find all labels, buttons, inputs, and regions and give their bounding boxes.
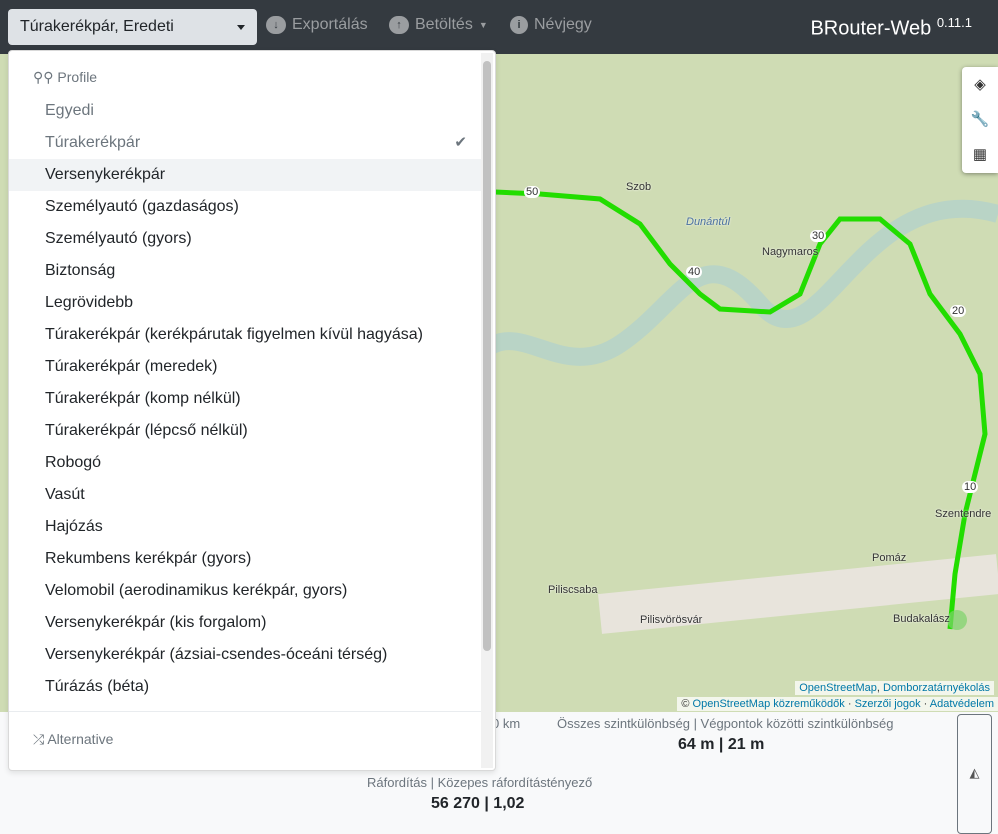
profile-option[interactable]: Vasút: [9, 479, 483, 511]
profile-option[interactable]: Robogó: [9, 447, 483, 479]
privacy-link[interactable]: Adatvédelem: [930, 698, 994, 710]
export-button[interactable]: ↓ Exportálás: [266, 16, 368, 34]
osm-layer-link[interactable]: OpenStreetMap: [799, 682, 877, 694]
profile-option-label: Biztonság: [45, 262, 116, 279]
distance-label: 0 km: [492, 716, 521, 731]
profile-option[interactable]: Legrövidebb: [9, 287, 483, 319]
profile-option-label: Személyautó (gyors): [45, 230, 192, 247]
layers-icon[interactable]: ◈: [962, 67, 998, 102]
profile-option-label: Személyautó (gazdaságos): [45, 198, 239, 215]
route-endpoint: [947, 610, 967, 630]
profile-option[interactable]: Egyedi: [9, 95, 483, 127]
copyright-link[interactable]: Szerzői jogok: [855, 698, 921, 710]
profile-option-label: Velomobil (aerodinamikus kerékpár, gyors…: [45, 582, 348, 599]
profile-select[interactable]: Túrakerékpár, Eredeti: [8, 9, 257, 45]
area-chart-icon: ◭: [969, 765, 980, 780]
profile-option-label: Versenykerékpár: [45, 166, 166, 183]
scrollbar-thumb[interactable]: [483, 61, 491, 651]
shuffle-icon: ⤮: [33, 731, 45, 747]
divider: [9, 711, 483, 712]
profile-option[interactable]: Túrakerékpár (lépcső nélkül): [9, 415, 483, 447]
profile-option[interactable]: Túrázás (béta): [9, 671, 483, 703]
place-label: Pilisvörösvár: [640, 614, 703, 626]
profile-option[interactable]: Velomobil (aerodinamikus kerékpár, gyors…: [9, 575, 483, 607]
profile-option-label: Túrakerékpár (komp nélkül): [45, 390, 241, 407]
profile-option[interactable]: Túrakerékpár ✔: [9, 127, 483, 159]
profile-option-label: Túrakerékpár (kerékpárutak figyelmen kív…: [45, 326, 423, 343]
profile-option[interactable]: Személyautó (gyors): [9, 223, 483, 255]
profile-option-label: Egyedi: [45, 102, 94, 119]
km-marker: 40: [686, 266, 703, 278]
km-marker: 10: [962, 481, 979, 493]
profile-option-label: Rekumbens kerékpár (gyors): [45, 550, 252, 567]
profile-option-label: Túrázás (béta): [45, 678, 150, 695]
place-label: Szob: [626, 181, 652, 193]
place-label: Nagymaros: [762, 246, 819, 258]
navbar: Túrakerékpár, Eredeti ↓ Exportálás ↑ Betöl…: [0, 0, 998, 54]
profile-option[interactable]: Versenykerékpár (ázsiai-csendes-óceáni t…: [9, 639, 483, 671]
cloud-upload-icon: ↑: [389, 16, 409, 34]
km-marker: 30: [810, 230, 827, 242]
place-label: Pomáz: [872, 552, 907, 564]
profile-option[interactable]: Személyautó (gazdaságos): [9, 191, 483, 223]
profile-option-label: Versenykerékpár (ázsiai-csendes-óceáni t…: [45, 646, 388, 663]
info-icon: i: [510, 16, 528, 34]
caret-down-icon: [237, 25, 245, 30]
profile-option-label: Robogó: [45, 454, 102, 471]
km-marker: 20: [950, 305, 967, 317]
profile-option[interactable]: Túrakerékpár (meredek): [9, 351, 483, 383]
profile-option[interactable]: Biztonság: [9, 255, 483, 287]
map-controls: ◈ 🔧 ▦: [962, 67, 998, 173]
profile-option-label: Vasút: [45, 486, 85, 503]
cost-label: Ráfordítás | Közepes ráfordítástényező: [367, 775, 593, 790]
profile-option[interactable]: Versenykerékpár: [9, 159, 483, 191]
river-label: Dunántúl: [686, 216, 731, 228]
profile-option-label: Túrakerékpár: [45, 134, 141, 151]
profile-header: ⚲⚲ Profile: [33, 69, 98, 85]
check-icon: ✔: [454, 134, 467, 151]
alternative-header: ⤮ Alternative: [33, 731, 114, 747]
profile-option[interactable]: Túrakerékpár (kerékpárutak figyelmen kív…: [9, 319, 483, 351]
profile-option[interactable]: Túrakerékpár (komp nélkül): [9, 383, 483, 415]
profile-option[interactable]: Rekumbens kerékpár (gyors): [9, 543, 483, 575]
profile-option-label: Hajózás: [45, 518, 103, 535]
profile-option-label: Legrövidebb: [45, 294, 134, 311]
profile-option-label: Versenykerékpár (kis forgalom): [45, 614, 267, 631]
scrollbar[interactable]: [481, 53, 493, 768]
profile-dropdown: ⚲⚲ Profile Egyedi Túrakerékpár ✔ Versenyker…: [8, 50, 496, 771]
profile-option[interactable]: Versenykerékpár (kis forgalom): [9, 607, 483, 639]
map-attribution: © OpenStreetMap közreműködők · Szerzői j…: [677, 697, 998, 711]
bicycle-icon: ⚲⚲: [33, 69, 54, 85]
place-label: Budakalász: [893, 613, 950, 625]
profile-option-label: Túrakerékpár (meredek): [45, 358, 218, 375]
about-button[interactable]: i Névjegy: [510, 16, 592, 34]
cloud-download-icon: ↓: [266, 16, 286, 34]
km-marker: 50: [524, 186, 541, 198]
place-label: Szentendre: [935, 508, 992, 520]
elevation-chart-toggle[interactable]: ◭: [957, 714, 992, 834]
cost-value: 56 270 | 1,02: [431, 795, 525, 812]
place-label: Piliscsaba: [548, 584, 598, 596]
profile-option[interactable]: Hajózás: [9, 511, 483, 543]
load-button[interactable]: ↑ Betöltés ▼: [389, 16, 488, 34]
hillshade-link[interactable]: Domborzatárnyékolás: [883, 682, 990, 694]
table-icon[interactable]: ▦: [962, 137, 998, 172]
profile-option-label: Túrakerékpár (lépcső nélkül): [45, 422, 248, 439]
brand: BRouter-Web 0.11.1: [810, 15, 972, 40]
elevation-label: Összes szintkülönbség | Végpontok között…: [557, 716, 894, 731]
elevation-value: 64 m | 21 m: [678, 736, 765, 753]
wrench-icon[interactable]: 🔧: [962, 102, 998, 137]
osm-contributors-link[interactable]: OpenStreetMap közreműködők: [693, 698, 845, 710]
layer-attribution: OpenStreetMap, Domborzatárnyékolás: [795, 681, 994, 695]
